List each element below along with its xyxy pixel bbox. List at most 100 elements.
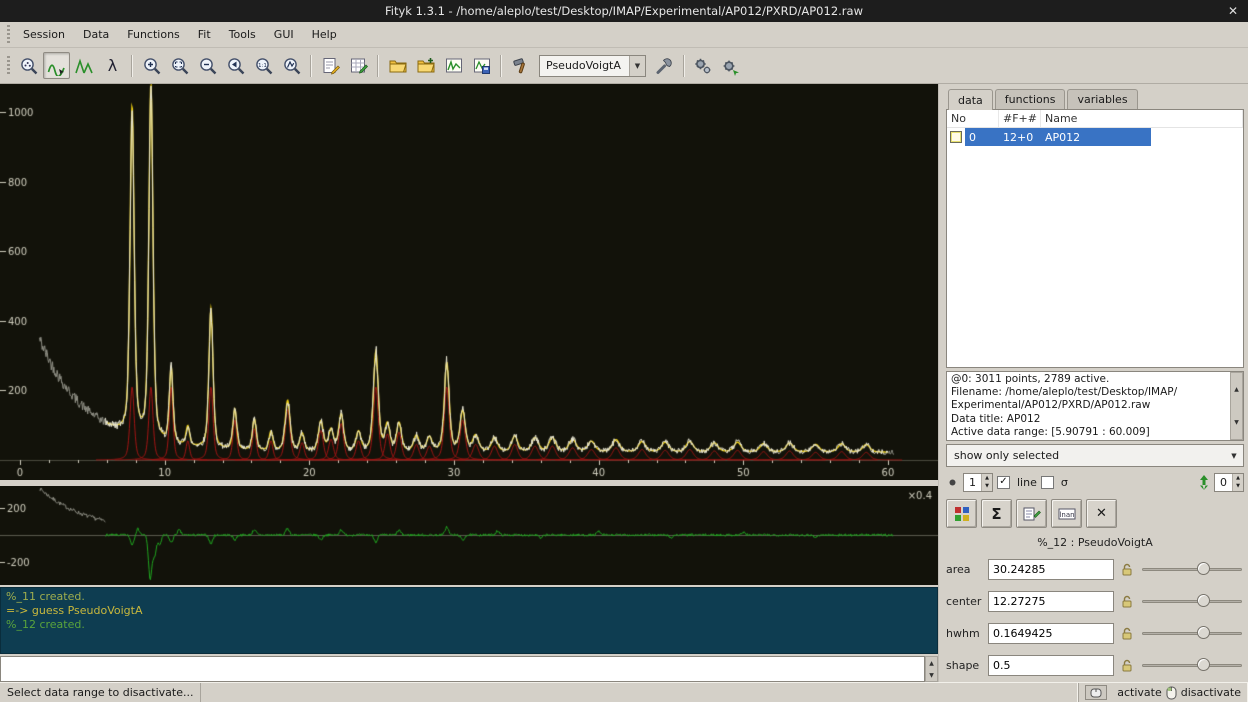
scroll-up-icon[interactable]: ▲ bbox=[926, 657, 937, 669]
toolbar-separator bbox=[310, 55, 312, 77]
column-header-functions[interactable]: #F+# bbox=[999, 110, 1041, 127]
sigma-checkbox[interactable] bbox=[1041, 476, 1054, 489]
append-data-icon[interactable] bbox=[412, 52, 439, 79]
zoom-select-icon[interactable] bbox=[166, 52, 193, 79]
menubar-drag-handle[interactable] bbox=[5, 25, 11, 45]
zoom-all-icon[interactable] bbox=[278, 52, 305, 79]
scroll-up-icon[interactable]: ▲ bbox=[1231, 373, 1242, 406]
param-shape-input[interactable] bbox=[988, 655, 1114, 676]
mouse-mode-icon[interactable] bbox=[1085, 685, 1107, 700]
scroll-down-icon[interactable]: ▼ bbox=[926, 669, 937, 681]
mouse-left-hint: activate bbox=[1117, 686, 1162, 699]
status-bar: Select data range to disactivate... acti… bbox=[0, 682, 1248, 702]
export-plot-icon[interactable] bbox=[440, 52, 467, 79]
delete-dataset-button[interactable]: ✕ bbox=[1086, 499, 1117, 528]
toolbar-separator bbox=[500, 55, 502, 77]
mouse-hint-panel: activate disactivate bbox=[1078, 683, 1248, 702]
combo-arrow-icon[interactable]: ▼ bbox=[629, 56, 645, 76]
tab-functions[interactable]: functions bbox=[995, 89, 1066, 109]
spin-down-icon: ▼ bbox=[1233, 482, 1243, 491]
zoom-data-icon[interactable] bbox=[15, 52, 42, 79]
scroll-down-icon[interactable]: ▼ bbox=[1231, 406, 1242, 439]
shift-spinner[interactable]: 0 ▲▼ bbox=[1214, 473, 1244, 492]
info-line: @0: 3011 points, 2789 active. bbox=[951, 373, 1227, 386]
param-center-slider[interactable] bbox=[1140, 591, 1244, 612]
menu-session[interactable]: Session bbox=[14, 24, 74, 45]
info-line: Data title: AP012 bbox=[951, 413, 1227, 426]
param-shape-slider[interactable] bbox=[1140, 655, 1244, 676]
column-header-name[interactable]: Name bbox=[1041, 110, 1243, 127]
dataset-info-box: @0: 3011 points, 2789 active. Filename: … bbox=[946, 371, 1244, 441]
param-row-area: area bbox=[946, 554, 1244, 584]
lock-icon[interactable] bbox=[1119, 563, 1135, 576]
slider-thumb[interactable] bbox=[1197, 562, 1210, 575]
console-line: %_11 created. bbox=[6, 590, 932, 604]
slider-thumb[interactable] bbox=[1197, 658, 1210, 671]
zoom-previous-icon[interactable] bbox=[222, 52, 249, 79]
load-data-icon[interactable] bbox=[384, 52, 411, 79]
edit-data-button[interactable]: lnan bbox=[1051, 499, 1082, 528]
main-plot-canvas[interactable] bbox=[0, 84, 938, 480]
param-area-input[interactable] bbox=[988, 559, 1114, 580]
menu-gui[interactable]: GUI bbox=[265, 24, 303, 45]
param-hwhm-input[interactable] bbox=[988, 623, 1114, 644]
param-label: center bbox=[946, 595, 983, 608]
lock-icon[interactable] bbox=[1119, 659, 1135, 672]
function-header: %_12 : PseudoVoigtA bbox=[946, 536, 1244, 552]
column-header-no[interactable]: No bbox=[947, 110, 999, 127]
settings-wrench-icon[interactable] bbox=[651, 52, 678, 79]
line-checkbox-label[interactable]: line bbox=[1017, 476, 1037, 489]
lock-icon[interactable] bbox=[1119, 595, 1135, 608]
point-size-spinner[interactable]: 1 ▲▼ bbox=[963, 473, 993, 492]
tab-variables[interactable]: variables bbox=[1067, 89, 1137, 109]
function-type-combo[interactable]: PseudoVoigtA ▼ bbox=[539, 55, 646, 77]
menu-tools[interactable]: Tools bbox=[220, 24, 265, 45]
slider-thumb[interactable] bbox=[1197, 594, 1210, 607]
param-area-slider[interactable] bbox=[1140, 559, 1244, 580]
aux-plot-canvas[interactable] bbox=[0, 486, 938, 585]
tab-data[interactable]: data bbox=[948, 89, 993, 110]
lambda-icon[interactable]: λ bbox=[99, 52, 126, 79]
menu-data[interactable]: Data bbox=[74, 24, 118, 45]
add-peak-icon[interactable] bbox=[71, 52, 98, 79]
toolbar-drag-handle[interactable] bbox=[5, 56, 11, 76]
lock-icon[interactable] bbox=[1119, 627, 1135, 640]
window-title: Fityk 1.3.1 - /home/aleplo/test/Desktop/… bbox=[385, 4, 863, 18]
console-line: %_12 created. bbox=[6, 618, 932, 632]
zoom-100-icon[interactable]: 1:1 bbox=[250, 52, 277, 79]
menu-help[interactable]: Help bbox=[303, 24, 346, 45]
zoom-in-icon[interactable] bbox=[138, 52, 165, 79]
console-scrollbar[interactable]: ▲ ▼ bbox=[925, 656, 938, 682]
edit-script-icon[interactable] bbox=[317, 52, 344, 79]
run-command-icon[interactable] bbox=[718, 52, 745, 79]
mouse-right-hint: disactivate bbox=[1181, 686, 1241, 699]
dataset-colors-button[interactable] bbox=[946, 499, 977, 528]
guess-peak-icon[interactable] bbox=[507, 52, 534, 79]
spin-down-icon: ▼ bbox=[982, 482, 992, 491]
toolbar-separator bbox=[131, 55, 133, 77]
param-center-input[interactable] bbox=[988, 591, 1114, 612]
slider-thumb[interactable] bbox=[1197, 626, 1210, 639]
save-image-icon[interactable] bbox=[468, 52, 495, 79]
show-filter-value: show only selected bbox=[954, 449, 1059, 462]
param-hwhm-slider[interactable] bbox=[1140, 623, 1244, 644]
execute-script-icon[interactable] bbox=[690, 52, 717, 79]
data-editor-icon[interactable] bbox=[345, 52, 372, 79]
zoom-out-icon[interactable] bbox=[194, 52, 221, 79]
menu-functions[interactable]: Functions bbox=[118, 24, 189, 45]
sidebar: data functions variables No #F+# Name 0 … bbox=[944, 84, 1248, 682]
sigma-checkbox-label[interactable]: σ bbox=[1061, 476, 1068, 489]
draw-function-icon[interactable] bbox=[43, 52, 70, 79]
dataset-row[interactable]: 0 12+0 AP012 bbox=[947, 128, 1243, 146]
spin-up-icon: ▲ bbox=[982, 474, 992, 483]
show-filter-dropdown[interactable]: show only selected ▼ bbox=[946, 444, 1244, 467]
menu-fit[interactable]: Fit bbox=[189, 24, 220, 45]
line-checkbox[interactable]: ✓ bbox=[997, 476, 1010, 489]
info-scrollbar[interactable]: ▲ ▼ bbox=[1230, 372, 1243, 440]
sum-datasets-button[interactable]: Σ bbox=[981, 499, 1012, 528]
command-input[interactable] bbox=[0, 656, 925, 682]
dataset-color-checkbox[interactable] bbox=[950, 131, 962, 143]
point-size-icon bbox=[946, 476, 959, 489]
transform-data-button[interactable] bbox=[1016, 499, 1047, 528]
close-window-button[interactable]: ✕ bbox=[1228, 0, 1238, 22]
